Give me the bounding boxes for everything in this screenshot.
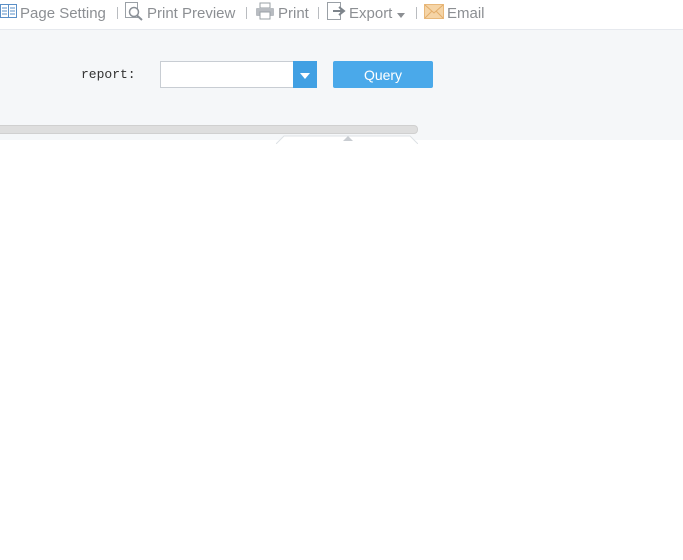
export-menu-button[interactable]: Export — [326, 0, 406, 26]
print-preview-button[interactable]: Print Preview — [124, 0, 235, 26]
email-icon — [424, 3, 444, 23]
toolbar-separator — [416, 7, 417, 19]
toolbar-separator — [246, 7, 247, 19]
page-setting-button[interactable]: Page Setting — [0, 0, 106, 26]
toolbar-separator — [117, 7, 118, 19]
report-toolbar: Page Setting Print Preview Print Export … — [0, 0, 683, 30]
print-preview-label: Print Preview — [147, 4, 236, 22]
collapse-panel-toggle[interactable] — [275, 131, 419, 145]
print-preview-icon — [124, 1, 144, 25]
print-icon — [255, 2, 275, 24]
print-button[interactable]: Print — [255, 0, 309, 26]
export-icon — [326, 1, 346, 25]
report-label: report: — [81, 67, 136, 82]
chevron-down-icon — [397, 5, 406, 22]
dropdown-arrow-icon — [300, 66, 310, 84]
report-select[interactable] — [160, 61, 294, 88]
email-label: Email — [447, 4, 485, 22]
report-select-dropdown-button[interactable] — [293, 61, 317, 88]
page-setting-label: Page Setting — [20, 4, 106, 22]
toolbar-separator — [318, 7, 319, 19]
query-button[interactable]: Query — [333, 61, 433, 88]
email-button[interactable]: Email — [424, 0, 485, 26]
print-label: Print — [278, 4, 309, 22]
export-label: Export — [349, 4, 393, 22]
page-setting-icon — [0, 4, 17, 22]
